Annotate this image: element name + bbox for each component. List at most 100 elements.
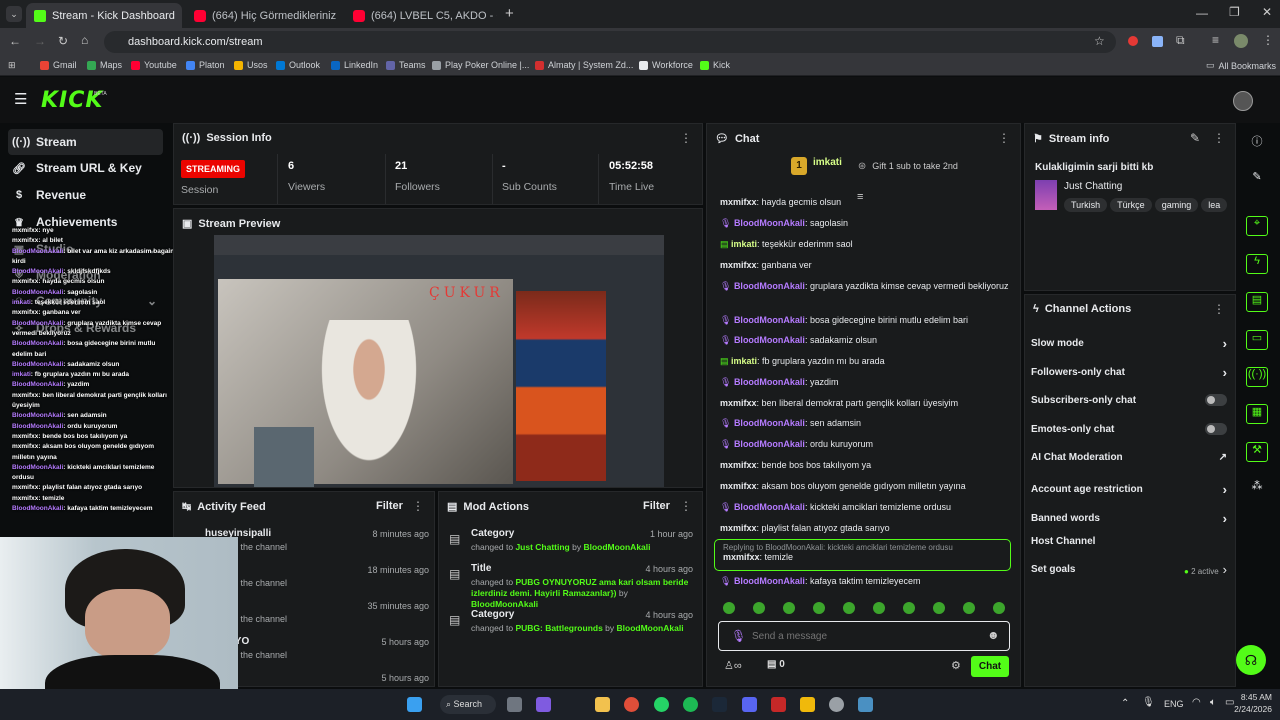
hamburger-menu-icon[interactable]: ☰ [14,90,27,108]
all-bookmarks[interactable]: ▭ All Bookmarks [1206,60,1276,71]
chat-username[interactable]: BloodMoonAkali [734,218,805,228]
stream-video[interactable]: ÇUKUR [214,235,664,487]
tag-chip[interactable]: gaming [1154,198,1199,212]
chat-username[interactable]: mxmifxx [720,398,757,408]
bookmark-linkedin[interactable]: LinkedIn [331,60,378,70]
chat-icon[interactable]: ▭ [1246,330,1268,350]
bookmark-maps[interactable]: Maps [87,60,122,70]
channel-action-set-goals[interactable]: Set goals ● 2 active › [1031,562,1227,577]
apps-grid-icon[interactable]: ⊞ [8,60,16,71]
bookmark-gmail[interactable]: Gmail [40,60,77,70]
chrome-icon[interactable] [624,697,639,712]
sidebar-item-stream[interactable]: ((·)) Stream [8,129,163,155]
chat-username[interactable]: BloodMoonAkali [734,439,805,449]
reply-message[interactable]: Replying to BloodMoonAkali: kickteki amc… [714,539,1011,571]
drops-points[interactable]: ▤ 0 [767,659,785,670]
bookmark-teams[interactable]: Teams [386,60,426,70]
gift-leaderboard[interactable]: 1 imkati ⊛ Gift 1 sub to take 2nd [791,157,958,175]
tray-mic-icon[interactable]: 🎙︎ [1142,697,1155,708]
file-explorer-icon[interactable] [595,697,610,712]
bookmark-outlook[interactable]: Outlook [276,60,320,70]
chat-username[interactable]: BloodMoonAkali [734,377,805,387]
emote-icon[interactable] [933,602,945,614]
extension-icon[interactable] [1152,36,1163,47]
edit-pencil-icon[interactable]: ✎ [1190,131,1200,145]
infinity-points[interactable]: ♙∞ [724,659,742,672]
emote-icon[interactable] [993,602,1005,614]
wrench-icon[interactable]: ⚒ [1246,442,1268,462]
whatsapp-icon[interactable] [654,697,669,712]
restore-icon[interactable]: ❐ [1229,5,1240,19]
reload-icon[interactable]: ↻ [58,34,68,48]
binance-icon[interactable] [800,697,815,712]
info-icon[interactable]: ⓘ [1246,133,1268,153]
notes-icon[interactable]: ▤ [1246,292,1268,312]
tray-chevron-icon[interactable]: ⌃ [1121,698,1129,709]
app-window-icon[interactable] [858,697,873,712]
chat-username[interactable]: mxmifxx [720,481,757,491]
filter-button[interactable]: Filter [376,500,403,512]
chat-input[interactable]: 🎙︎ ☻ [718,621,1010,651]
more-options-icon[interactable]: ⋮ [412,499,424,513]
bookmark-kick[interactable]: Kick [700,60,730,70]
chat-message-field[interactable] [752,628,972,644]
category-thumbnail[interactable] [1035,180,1057,210]
chat-username[interactable]: mxmifxx [720,523,757,533]
extensions-puzzle-icon[interactable]: ⧉ [1176,33,1185,48]
chat-username[interactable]: BloodMoonAkali [734,315,805,325]
tab-youtube-1[interactable]: (664) Hiç Görmedikleriniz | 🔈︎ ✕ [186,3,336,28]
clip-icon[interactable]: ⌖ [1246,216,1268,236]
task-view-icon[interactable] [507,697,522,712]
support-button[interactable]: ☊ [1236,645,1266,675]
more-options-icon[interactable]: ⋮ [680,499,692,513]
channel-action-ai-chat-moderation[interactable]: AI Chat Moderation ↗ [1031,452,1227,463]
copilot-icon[interactable] [536,697,551,712]
chat-username[interactable]: BloodMoonAkali [734,418,805,428]
profile-avatar[interactable] [1234,34,1248,48]
monitor-icon[interactable]: ▦ [1246,404,1268,424]
broadcast-icon[interactable]: ((·)) [1246,367,1268,387]
bookmark-platon[interactable]: Platon [186,60,225,70]
steam-icon[interactable] [712,697,727,712]
chat-username[interactable]: BloodMoonAkali [734,281,805,291]
wifi-icon[interactable]: ◠ [1192,697,1201,708]
emote-icon[interactable] [843,602,855,614]
minimize-icon[interactable]: — [1196,6,1208,20]
new-tab-icon[interactable]: + [505,5,514,22]
tab-search-icon[interactable]: ≡ [1212,33,1219,47]
more-options-icon[interactable]: ⋮ [680,131,692,145]
category-name[interactable]: Just Chatting [1064,181,1122,192]
channel-action-banned-words[interactable]: Banned words › [1031,511,1227,526]
channel-action-followers-only-chat[interactable]: Followers-only chat › [1031,365,1227,380]
home-icon[interactable]: ⌂ [81,33,88,47]
channel-action-slow-mode[interactable]: Slow mode › [1031,336,1227,351]
spotify-icon[interactable] [683,697,698,712]
emote-icon[interactable] [963,602,975,614]
emoji-icon[interactable]: ☻ [987,628,1000,642]
windows-start-icon[interactable] [407,697,422,712]
language-indicator[interactable]: ENG [1164,699,1184,709]
discord-icon[interactable] [742,697,757,712]
tag-chip[interactable]: lea [1201,198,1228,212]
tab-youtube-2[interactable]: (664) LVBEL C5, AKDO - ÇÖZEM ✕ [345,3,497,28]
window-close-icon[interactable]: ✕ [1262,5,1272,19]
emote-icon[interactable] [873,602,885,614]
tab-search-icon[interactable]: ⌄ [6,6,22,22]
tag-chip[interactable]: Turkish [1064,198,1108,212]
chat-settings-icon[interactable]: ⚙ [951,659,961,672]
chat-username[interactable]: imkati [731,356,757,366]
emote-icon[interactable] [813,602,825,614]
forward-icon[interactable]: → [34,34,46,48]
bookmark-almaty[interactable]: Almaty | System Zd... [535,60,633,70]
user-avatar[interactable] [1233,91,1253,111]
emote-icon[interactable] [753,602,765,614]
channel-action-emotes-only-chat[interactable]: Emotes-only chat [1031,423,1227,435]
sidebar-item-stream-url[interactable]: 🔗︎ Stream URL & Key [8,155,163,181]
back-icon[interactable]: ← [9,34,21,48]
channel-action-account-age-restriction[interactable]: Account age restriction › [1031,482,1227,497]
toggle-switch[interactable] [1205,394,1227,406]
bookmark-poker[interactable]: Play Poker Online |... [432,60,529,70]
more-options-icon[interactable]: ⋮ [1213,302,1225,316]
more-options-icon[interactable]: ⋮ [998,131,1010,145]
lightning-icon[interactable]: ϟ [1246,254,1268,274]
